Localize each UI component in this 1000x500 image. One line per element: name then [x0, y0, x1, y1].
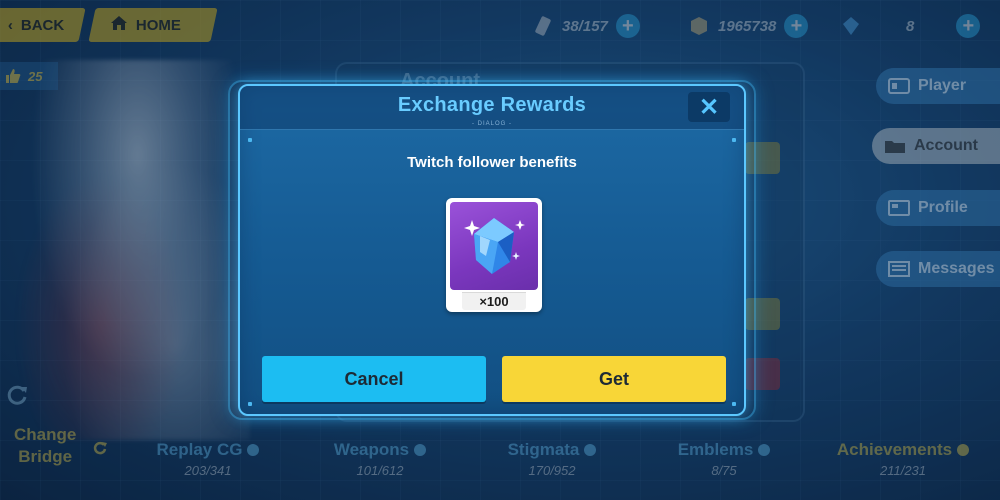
get-button[interactable]: Get — [502, 356, 726, 402]
cancel-button[interactable]: Cancel — [262, 356, 486, 402]
crystal-icon — [464, 218, 525, 274]
corner-marker — [248, 402, 252, 406]
corner-marker — [248, 138, 252, 142]
reward-quantity: ×100 — [462, 292, 526, 310]
reward-description: Twitch follower benefits — [407, 154, 577, 171]
corner-marker — [732, 138, 736, 142]
corner-marker — [732, 402, 736, 406]
dialog-subtitle: - DIALOG - — [471, 121, 512, 127]
exchange-rewards-dialog: Exchange Rewards - DIALOG - ✕ Twitch fol… — [238, 84, 746, 416]
dialog-title: Exchange Rewards — [397, 94, 587, 116]
reward-item-card[interactable]: ×100 — [446, 198, 542, 312]
reward-item-background — [450, 202, 538, 290]
close-button[interactable]: ✕ — [688, 92, 730, 122]
close-icon: ✕ — [698, 93, 720, 121]
cancel-label: Cancel — [344, 368, 404, 389]
get-label: Get — [598, 368, 629, 389]
